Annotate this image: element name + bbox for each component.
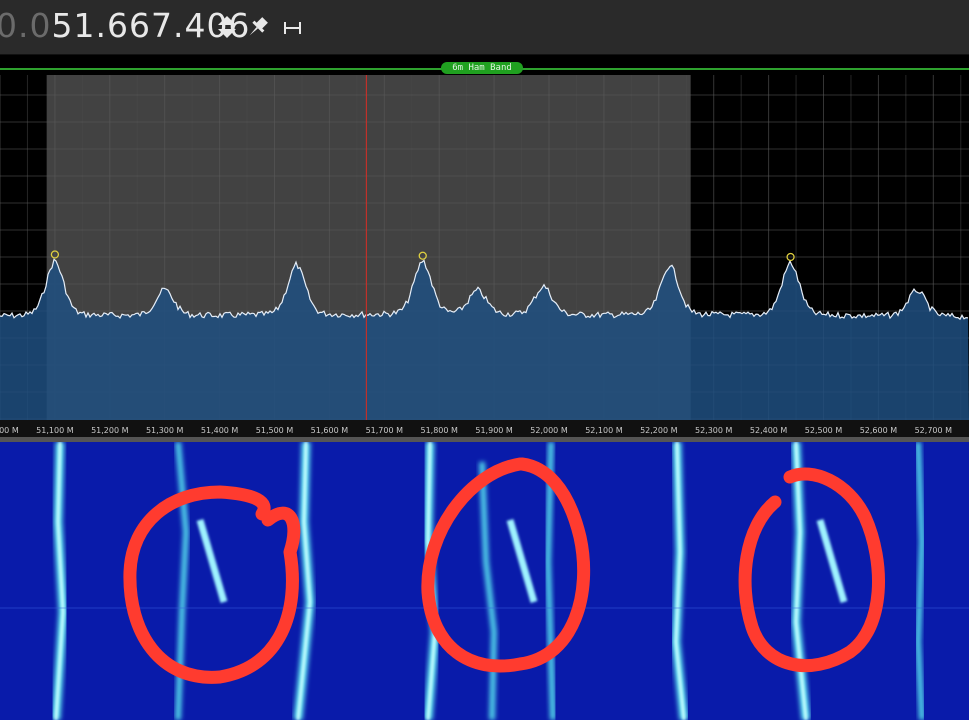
band-plan-label[interactable]: 6m Ham Band bbox=[441, 62, 523, 74]
span-icon[interactable] bbox=[280, 14, 306, 40]
sdr-receiver-window: 0.051.667.406 6m Ham Band 51,000 M 51,100… bbox=[0, 0, 969, 720]
frequency-readout[interactable]: 0.051.667.406 bbox=[0, 6, 250, 45]
up-down-arrows-icon[interactable] bbox=[214, 14, 240, 40]
axis-tick-label: 52,300 M bbox=[695, 426, 733, 435]
pin-icon[interactable] bbox=[245, 14, 271, 40]
frequency-toolbar: 0.051.667.406 bbox=[0, 0, 969, 55]
axis-tick-label: 52,200 M bbox=[640, 426, 678, 435]
axis-tick-label: 52,000 M bbox=[530, 426, 568, 435]
axis-tick-label: 51,200 M bbox=[91, 426, 129, 435]
axis-tick-label: 51,700 M bbox=[366, 426, 404, 435]
axis-tick-label: 52,700 M bbox=[915, 426, 953, 435]
waterfall-display[interactable] bbox=[0, 442, 969, 720]
axis-tick-label: 51,900 M bbox=[475, 426, 513, 435]
axis-tick-label: 51,400 M bbox=[201, 426, 239, 435]
axis-tick-label: 52,600 M bbox=[860, 426, 898, 435]
axis-tick-label: 51,300 M bbox=[146, 426, 184, 435]
frequency-prefix: 0.0 bbox=[0, 6, 52, 45]
axis-tick-label: 51,000 M bbox=[0, 426, 19, 435]
spectrum-display[interactable] bbox=[0, 75, 969, 420]
axis-tick-label: 52,100 M bbox=[585, 426, 623, 435]
axis-tick-label: 51,100 M bbox=[36, 426, 74, 435]
signal-trace bbox=[914, 442, 926, 720]
axis-tick-label: 51,500 M bbox=[256, 426, 294, 435]
axis-tick-label: 52,500 M bbox=[805, 426, 843, 435]
axis-tick-label: 51,600 M bbox=[311, 426, 349, 435]
axis-tick-label: 52,400 M bbox=[750, 426, 788, 435]
axis-tick-label: 51,800 M bbox=[420, 426, 458, 435]
